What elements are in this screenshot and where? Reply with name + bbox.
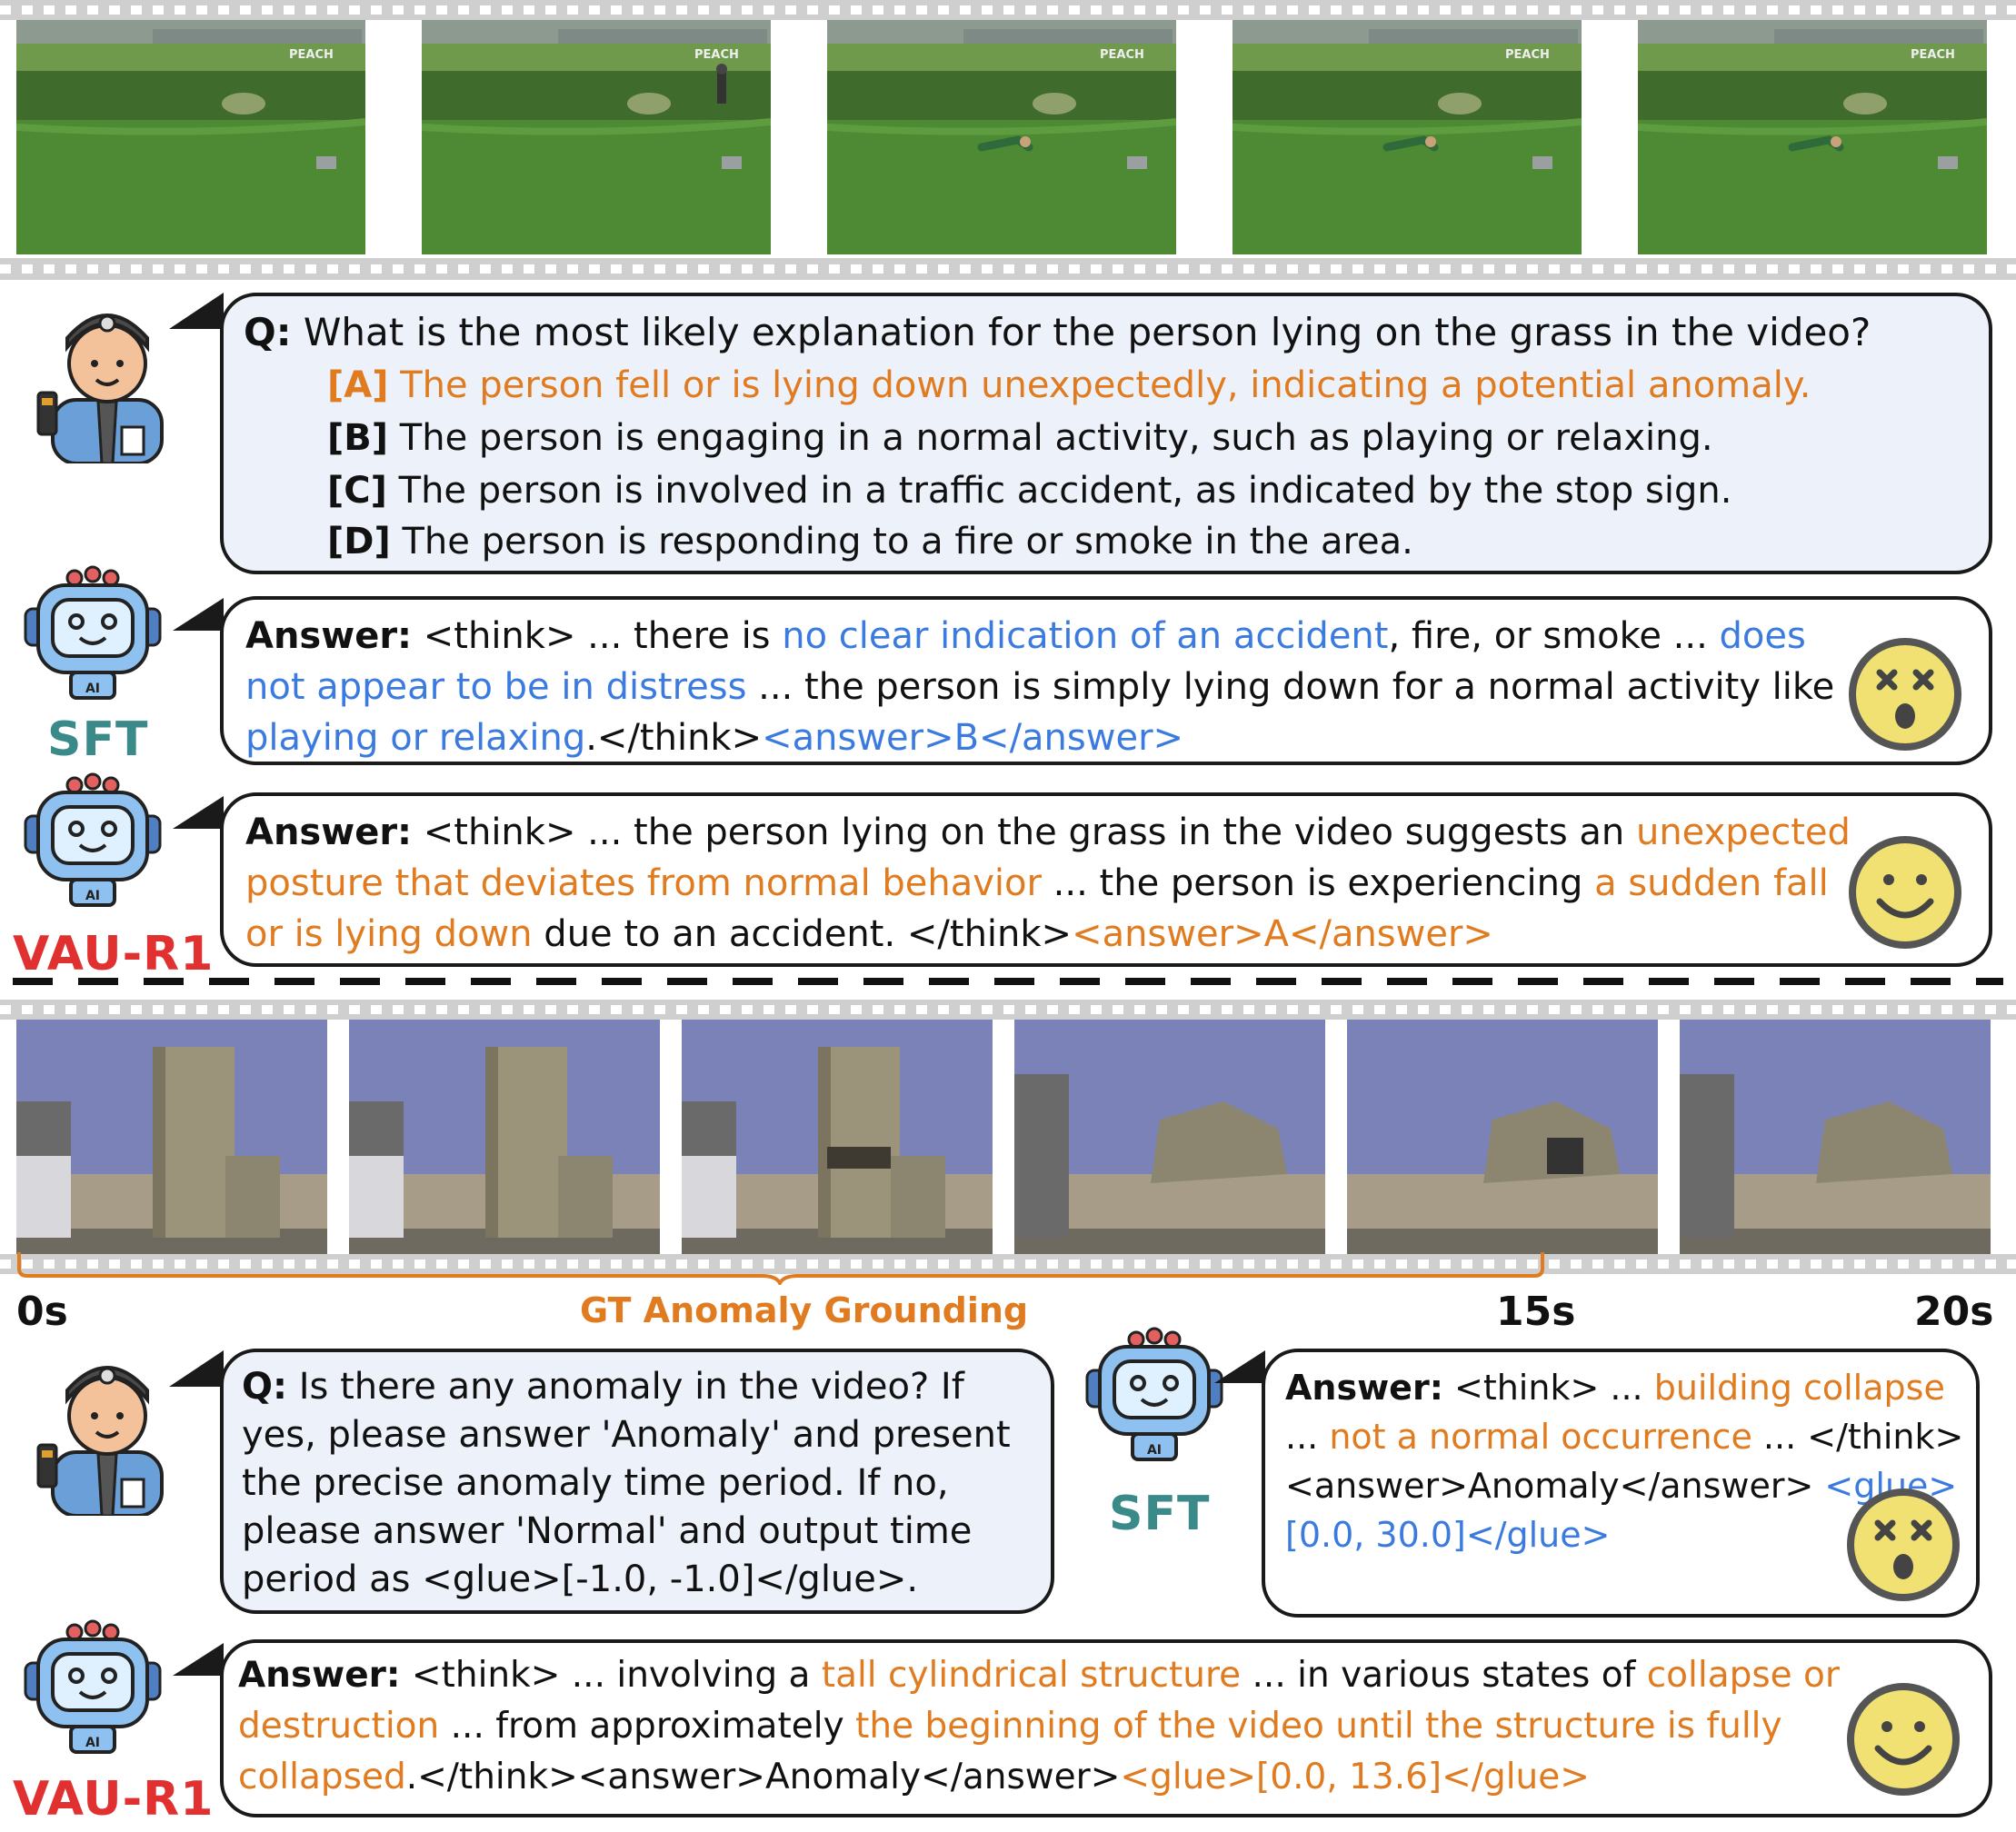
question-text-2: Q: Is there any anomaly in the video? If…	[242, 1363, 1042, 1604]
film-strip-top-1	[0, 0, 2016, 20]
sft-label-1: SFT	[47, 712, 149, 767]
sft-label-2: SFT	[1109, 1487, 1211, 1541]
answer-text: <think> ...	[1442, 1368, 1654, 1408]
highlight-blue: no clear indication of an accident	[782, 615, 1389, 657]
question-prefix: Q:	[244, 310, 292, 354]
highlight-blue: playing or relaxing	[245, 717, 586, 759]
answer-prefix: Answer:	[238, 1655, 401, 1696]
video-frame: PEACH	[422, 20, 771, 258]
option-d: [D] The person is responding to a fire o…	[327, 516, 1981, 567]
answer-text: ... from approximately	[439, 1706, 856, 1747]
highlight-orange: building collapse	[1653, 1368, 1945, 1408]
video-frame: PEACH	[1638, 20, 1987, 258]
answer-text: ... the person is experiencing	[1041, 862, 1595, 904]
highlight-blue: <answer>B</answer>	[762, 717, 1184, 759]
question-text: Is there any anomaly in the video? If ye…	[242, 1366, 1011, 1600]
video-frame	[16, 1020, 327, 1254]
dizzy-face-icon	[1845, 1487, 1961, 1603]
answer-prefix: Answer:	[245, 615, 413, 657]
option-d-key: [D]	[327, 521, 391, 563]
option-d-text: The person is responding to a fire or sm…	[402, 521, 1413, 563]
svg-text:AI: AI	[1147, 1443, 1162, 1458]
option-c-key: [C]	[327, 470, 387, 512]
highlight-orange: <glue>[0.0, 13.6]</glue>	[1120, 1757, 1590, 1797]
svg-text:AI: AI	[85, 682, 100, 696]
answer-text: <think> ... involving a	[400, 1655, 822, 1696]
vau-label-2: VAU-R1	[13, 1772, 215, 1827]
option-b: [B] The person is engaging in a normal a…	[327, 413, 1981, 463]
film-strip-bottom-1	[0, 258, 2016, 280]
answer-prefix: Answer:	[1285, 1368, 1443, 1408]
answer-bubble-tail	[173, 598, 224, 631]
robot-ai-icon: AI	[20, 565, 165, 702]
option-c: [C] The person is involved in a traffic …	[327, 465, 1981, 516]
robot-ai-icon: AI	[1082, 1327, 1227, 1463]
option-b-text: The person is engaging in a normal activ…	[399, 417, 1713, 459]
answer-bubble-tail	[173, 796, 224, 829]
question-bubble-tail	[169, 293, 224, 329]
answer-text: ...	[1285, 1417, 1330, 1457]
video-frame: PEACH	[827, 20, 1176, 258]
answer-text: .</think>	[585, 717, 763, 759]
svg-text:AI: AI	[85, 889, 100, 903]
video-frame	[1680, 1020, 1991, 1254]
security-guard-icon	[25, 1343, 180, 1518]
option-a-key: [A]	[327, 364, 389, 406]
question-text-1: Q: What is the most likely explanation f…	[244, 307, 1971, 358]
gt-grounding-bracket	[16, 1252, 1545, 1288]
smiley-face-icon	[1847, 834, 1963, 951]
robot-ai-icon: AI	[20, 772, 165, 909]
sft-answer-text-1: Answer: <think> ... there is no clear in…	[245, 611, 1854, 763]
robot-ai-icon: AI	[20, 1619, 165, 1756]
section-divider	[13, 978, 2003, 985]
option-b-key: [B]	[327, 417, 389, 459]
option-a-text: The person fell or is lying down unexpec…	[400, 364, 1811, 406]
smiley-face-icon	[1845, 1681, 1961, 1797]
gt-grounding-label: GT Anomaly Grounding	[580, 1290, 1029, 1330]
vau-answer-text-2: Answer: <think> ... involving a tall cyl…	[238, 1650, 1856, 1803]
answer-prefix: Answer:	[245, 811, 413, 853]
time-end: 20s	[1914, 1289, 1994, 1335]
video-frame	[682, 1020, 993, 1254]
time-gt-end: 15s	[1496, 1289, 1576, 1335]
question-bubble-tail	[169, 1350, 224, 1387]
security-guard-icon	[25, 291, 180, 465]
video-frame: PEACH	[1233, 20, 1582, 258]
video-frame	[1347, 1020, 1658, 1254]
answer-bubble-tail	[1214, 1350, 1265, 1383]
answer-text: due to an accident. </think>	[532, 913, 1073, 955]
svg-text:PEACH: PEACH	[1505, 48, 1550, 62]
answer-text: ... the person is simply lying down for …	[746, 666, 1835, 708]
video-frame: PEACH	[16, 20, 365, 258]
svg-text:PEACH: PEACH	[289, 48, 334, 62]
answer-text: <think> ... the person lying on the gras…	[412, 811, 1636, 853]
video-frame	[1014, 1020, 1325, 1254]
film-strip-top-2	[0, 1000, 2016, 1020]
video-frame	[349, 1020, 660, 1254]
highlight-orange: tall cylindrical structure	[821, 1655, 1242, 1696]
svg-text:PEACH: PEACH	[1911, 48, 1955, 62]
highlight-orange: <answer>A</answer>	[1072, 913, 1493, 955]
dizzy-face-icon	[1847, 636, 1963, 752]
svg-text:PEACH: PEACH	[694, 48, 739, 62]
vau-label-1: VAU-R1	[13, 927, 215, 981]
option-a: [A] The person fell or is lying down une…	[327, 360, 1981, 411]
svg-text:AI: AI	[85, 1736, 100, 1750]
answer-text: , fire, or smoke ...	[1388, 615, 1720, 657]
option-c-text: The person is involved in a traffic acci…	[398, 470, 1732, 512]
svg-text:PEACH: PEACH	[1100, 48, 1144, 62]
answer-text: ... in various states of	[1241, 1655, 1647, 1696]
vau-answer-text-1: Answer: <think> ... the person lying on …	[245, 807, 1854, 960]
question-prefix: Q:	[242, 1366, 287, 1408]
answer-text: .</think><answer>Anomaly</answer>	[405, 1757, 1121, 1797]
answer-bubble-tail	[173, 1643, 224, 1676]
time-start: 0s	[16, 1289, 68, 1335]
question-text: What is the most likely explanation for …	[303, 310, 1871, 354]
highlight-orange: not a normal occurrence	[1329, 1417, 1752, 1457]
answer-text: <think> ... there is	[412, 615, 783, 657]
